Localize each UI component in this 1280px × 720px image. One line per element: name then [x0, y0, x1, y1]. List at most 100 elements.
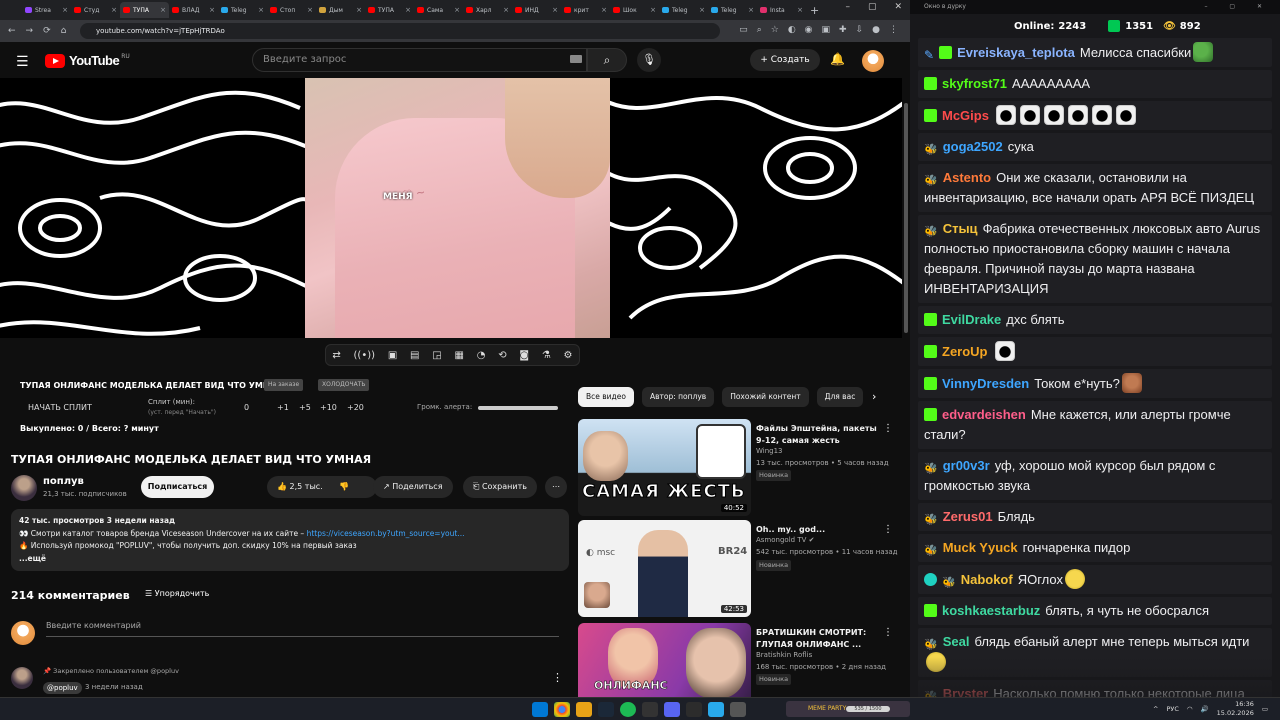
video-thumbnail[interactable]: САМАЯ ЖЕСТЬ 40:52 — [578, 419, 751, 516]
chat-message[interactable]: 🐝 gr00v3r уф, хорошо мой курсор был рядом … — [918, 452, 1272, 500]
tab-close-icon[interactable]: × — [552, 6, 558, 14]
recommended-video[interactable]: ◐ msc BR24 42:53 Oh.. my.. god... Asmong… — [578, 520, 898, 618]
rec-channel[interactable]: Bratishkin Roflis — [756, 651, 812, 659]
tab-close-icon[interactable]: × — [405, 6, 411, 14]
tab-close-icon[interactable]: × — [503, 6, 509, 14]
start-split-button[interactable]: НАЧАТЬ СПЛИТ — [28, 403, 92, 412]
browser-tab[interactable]: Insta × — [757, 2, 806, 18]
chat-username[interactable]: Zerus01 — [943, 509, 993, 524]
filter-chip-similar[interactable]: Похожий контент — [722, 387, 809, 407]
tab-close-icon[interactable]: × — [699, 6, 705, 14]
rec-channel-name[interactable]: Asmongold TV — [756, 536, 806, 544]
chat-username[interactable]: EvilDrake — [942, 312, 1001, 327]
rec-title[interactable]: БРАТИШКИН СМОТРИТ: ГЛУПАЯ ОНЛИФАНС ... — [756, 627, 881, 651]
tab-close-icon[interactable]: × — [111, 6, 117, 14]
chat-message[interactable]: ✎ Evreiskaya_teplota Мелисса спасибки — [918, 38, 1272, 67]
camera-icon[interactable]: ◙ — [519, 350, 529, 361]
wifi-icon[interactable]: ◠ — [1187, 705, 1193, 713]
puzzle-icon[interactable]: ✚ — [839, 25, 847, 35]
split-plus10-button[interactable]: +10 — [320, 403, 337, 412]
alert-volume-slider[interactable] — [478, 406, 558, 410]
chat-username[interactable]: ZeroUp — [942, 344, 988, 359]
comment-input[interactable]: Введите комментарий — [46, 621, 559, 637]
recommended-video[interactable]: ОНЛИФАНС БРАТИШКИН СМОТРИТ: ГЛУПАЯ ОНЛИФ… — [578, 623, 898, 697]
split-plus1-button[interactable]: +1 — [277, 403, 289, 412]
start-icon[interactable] — [532, 702, 548, 717]
description-box[interactable]: 42 тыс. просмотров 3 недели назад 👀 Смот… — [11, 509, 569, 571]
forward-icon[interactable]: → — [26, 26, 34, 36]
browser-tab[interactable]: Харл × — [463, 2, 512, 18]
new-tab-button[interactable]: + — [810, 4, 819, 17]
video-player[interactable]: ~ ♡ ~ МЕНЯ — [0, 78, 902, 338]
browser-tab[interactable]: Шок × — [610, 2, 659, 18]
download-icon[interactable]: ⇩ — [856, 25, 864, 35]
chat-message[interactable]: 🐝 Astento Они же сказали, остановили на ин… — [918, 164, 1272, 212]
split-plus20-button[interactable]: +20 — [347, 403, 364, 412]
dislike-icon[interactable]: 👎 — [339, 482, 349, 491]
steam-icon[interactable] — [598, 702, 614, 717]
browser-tab[interactable]: Teleg × — [218, 2, 267, 18]
more-actions-button[interactable]: ⋯ — [545, 476, 567, 498]
rec-menu-icon[interactable]: ⋮ — [883, 423, 893, 434]
chat-messages[interactable]: ✎ Evreiskaya_teplota Мелисса спасибки skyfr… — [918, 38, 1272, 697]
filter-chip-for-you[interactable]: Для вас — [816, 387, 864, 407]
tab-close-icon[interactable]: × — [209, 6, 215, 14]
app-icon[interactable] — [730, 702, 746, 717]
chat-message[interactable]: McGips — [918, 101, 1272, 130]
chat-message[interactable]: edvardeishen Мне кажется, или алерты гром… — [918, 401, 1272, 449]
rec-channel[interactable]: Asmongold TV ✔ — [756, 536, 815, 544]
filter-chip-author[interactable]: Автор: поплув — [641, 387, 715, 407]
chat-username[interactable]: VinnyDresden — [942, 376, 1029, 391]
spotify-icon[interactable] — [620, 702, 636, 717]
close-icon[interactable]: ✕ — [894, 2, 902, 12]
tray-chevron-icon[interactable]: ^ — [1153, 705, 1158, 713]
url-field[interactable]: youtube.com/watch?v=jTEpHjTRDAo — [80, 23, 720, 39]
audio-icon[interactable]: ((•)) — [354, 350, 376, 361]
browser-tab[interactable]: ТУПА × — [365, 2, 414, 18]
chat-message[interactable]: 🐝 Muck Yyuck гончаренка пидор — [918, 534, 1272, 562]
description-link[interactable]: https://viceseason.by?utm_source=yout... — [307, 529, 465, 538]
extension-icon[interactable]: ◉ — [805, 25, 813, 35]
keyboard-icon[interactable] — [570, 55, 582, 63]
tab-close-icon[interactable]: × — [62, 6, 68, 14]
scrollbar-thumb[interactable] — [904, 103, 908, 333]
profile-icon[interactable]: ● — [872, 25, 880, 35]
tab-close-icon[interactable]: × — [307, 6, 313, 14]
bookmark-star-icon[interactable]: ☆ — [771, 25, 779, 35]
reload-icon[interactable]: ⟳ — [43, 26, 51, 36]
recommended-video[interactable]: САМАЯ ЖЕСТЬ 40:52 Файлы Эпштейна, пакеты… — [578, 419, 898, 517]
notification-icon[interactable]: ▭ — [1262, 705, 1268, 713]
user-avatar[interactable] — [862, 50, 884, 72]
order-chip[interactable]: На заказе — [264, 379, 304, 391]
browser-tab[interactable]: Strea × — [22, 2, 71, 18]
channel-avatar[interactable] — [11, 475, 37, 501]
rec-channel[interactable]: Wing13 — [756, 447, 783, 455]
rec-title[interactable]: Файлы Эпштейна, пакеты 9-12, самая жесть — [756, 423, 881, 447]
translate-icon[interactable]: ⌕ — [757, 25, 762, 35]
meme-party-widget[interactable]: MEME PARTY 535 / 1500 — [786, 701, 910, 717]
chat-username[interactable]: Nabokof — [961, 572, 1013, 587]
maximize-icon[interactable]: ▢ — [868, 2, 877, 12]
chat-message[interactable]: 🐝 Nabokof ЯОглох — [918, 565, 1272, 594]
volume-icon[interactable]: 🔊 — [1201, 705, 1209, 713]
video-thumbnail[interactable]: ◐ msc BR24 42:53 — [578, 520, 751, 617]
browser-tab[interactable]: Сама × — [414, 2, 463, 18]
chat-message[interactable]: 🐝 goga2502 сука — [918, 133, 1272, 161]
chat-username[interactable]: Astento — [943, 170, 991, 185]
flask-icon[interactable]: ⚗ — [542, 350, 551, 361]
chat-username[interactable]: koshkaestarbuz — [942, 603, 1040, 618]
browser-tab[interactable]: Teleg × — [708, 2, 757, 18]
settings-icon[interactable]: ⚙ — [564, 350, 573, 361]
split-plus5-button[interactable]: +5 — [299, 403, 311, 412]
search-input[interactable]: Введите запрос — [252, 48, 587, 72]
browser-tab[interactable]: Teleg × — [659, 2, 708, 18]
chat-message[interactable]: koshkaestarbuz блять, я чуть не обосрался — [918, 597, 1272, 625]
cool-chip[interactable]: ХОЛОДОЧАТЬ — [318, 379, 370, 391]
discord-icon[interactable] — [664, 702, 680, 717]
speed-icon[interactable]: ◔ — [477, 350, 486, 361]
like-count[interactable]: 2,5 тыс. — [290, 482, 323, 491]
extension-icon[interactable]: ▣ — [822, 25, 831, 35]
tab-close-icon[interactable]: × — [258, 6, 264, 14]
tab-close-icon[interactable]: × — [160, 6, 166, 14]
channel-name[interactable]: поплув — [43, 476, 84, 487]
